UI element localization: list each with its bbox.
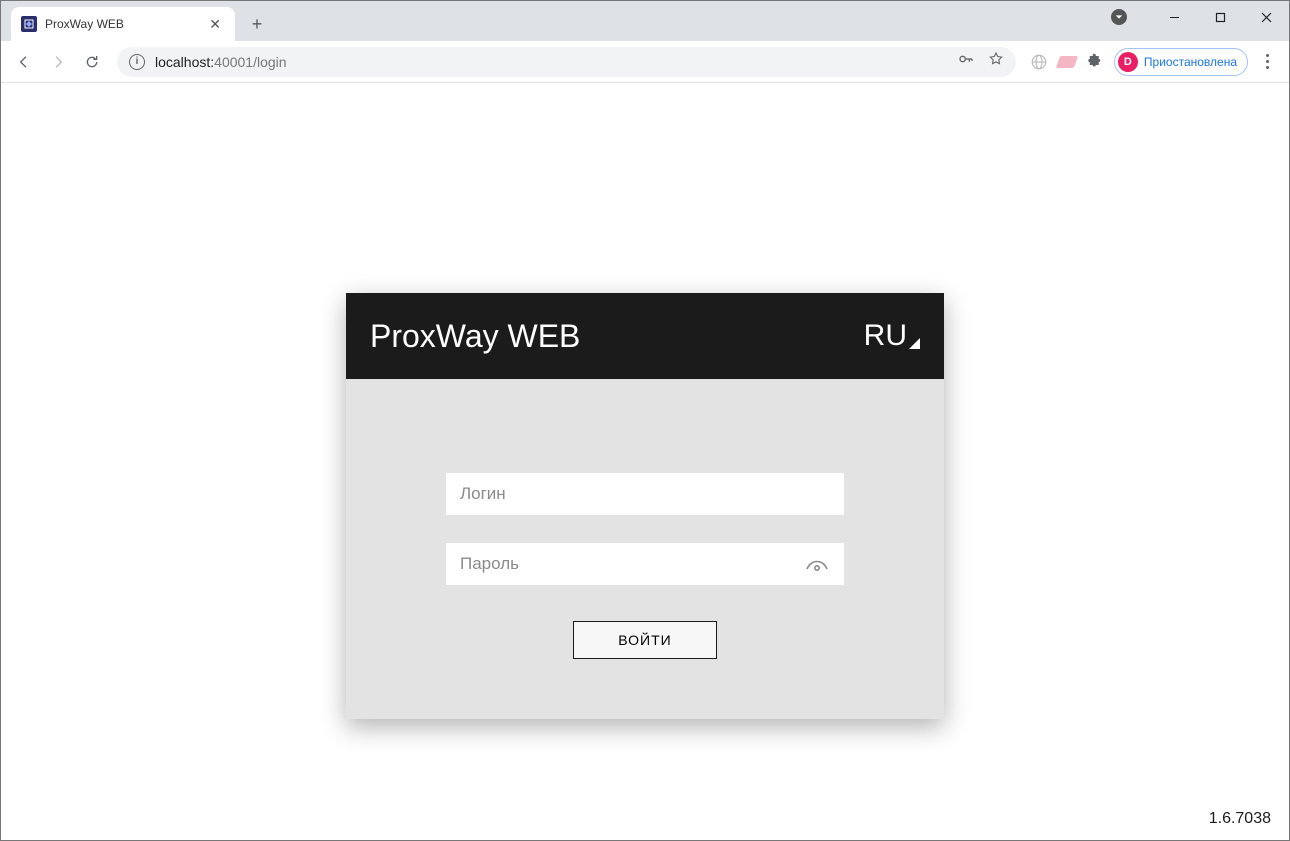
window-controls — [1111, 1, 1289, 33]
favicon-icon — [21, 16, 37, 32]
forward-button[interactable] — [43, 47, 73, 77]
username-field-wrap — [446, 473, 844, 515]
app-title: ProxWay WEB — [370, 318, 580, 355]
extensions-icon[interactable] — [1086, 53, 1104, 71]
profile-status: Приостановлена — [1144, 55, 1237, 69]
username-input[interactable] — [460, 484, 830, 504]
dropdown-triangle-icon — [909, 338, 920, 349]
login-button[interactable]: ВОЙТИ — [573, 621, 716, 659]
version-label: 1.6.7038 — [1209, 810, 1271, 828]
address-bar[interactable]: i localhost:40001/login — [117, 47, 1016, 77]
password-input[interactable] — [460, 554, 804, 574]
translate-icon[interactable] — [1030, 53, 1048, 71]
profile-avatar: D — [1118, 52, 1138, 72]
language-switcher[interactable]: RU — [864, 319, 920, 353]
maximize-button[interactable] — [1197, 1, 1243, 33]
browser-tab[interactable]: ProxWay WEB ✕ — [11, 7, 235, 41]
profile-chip[interactable]: D Приостановлена — [1114, 48, 1248, 76]
tab-title: ProxWay WEB — [45, 17, 205, 31]
browser-menu-button[interactable] — [1258, 54, 1277, 69]
bookmark-star-icon[interactable] — [988, 51, 1004, 72]
reload-button[interactable] — [77, 47, 107, 77]
close-tab-icon[interactable]: ✕ — [205, 16, 225, 33]
back-button[interactable] — [9, 47, 39, 77]
browser-toolbar: i localhost:40001/login D — [1, 41, 1289, 83]
toolbar-icons: D Приостановлена — [1026, 48, 1281, 76]
key-password-icon[interactable] — [958, 51, 974, 72]
site-info-icon[interactable]: i — [129, 54, 145, 70]
language-label: RU — [864, 319, 907, 353]
new-tab-button[interactable]: + — [241, 8, 273, 40]
login-header: ProxWay WEB RU — [346, 293, 944, 379]
tabstrip: ProxWay WEB ✕ + — [1, 1, 1289, 41]
browser-chrome: ProxWay WEB ✕ + i localhost:40001/login — [1, 1, 1289, 83]
minimize-button[interactable] — [1151, 1, 1197, 33]
login-form: ВОЙТИ — [346, 379, 944, 719]
close-window-button[interactable] — [1243, 1, 1289, 33]
login-card: ProxWay WEB RU ВОЙТИ — [346, 293, 944, 719]
url-text: localhost:40001/login — [155, 54, 287, 70]
show-password-icon[interactable] — [804, 551, 830, 577]
tab-search-icon[interactable] — [1111, 9, 1127, 25]
password-field-wrap — [446, 543, 844, 585]
page-viewport: ProxWay WEB RU ВОЙТИ 1.6.7038 — [1, 83, 1289, 840]
eraser-extension-icon[interactable] — [1058, 53, 1076, 71]
